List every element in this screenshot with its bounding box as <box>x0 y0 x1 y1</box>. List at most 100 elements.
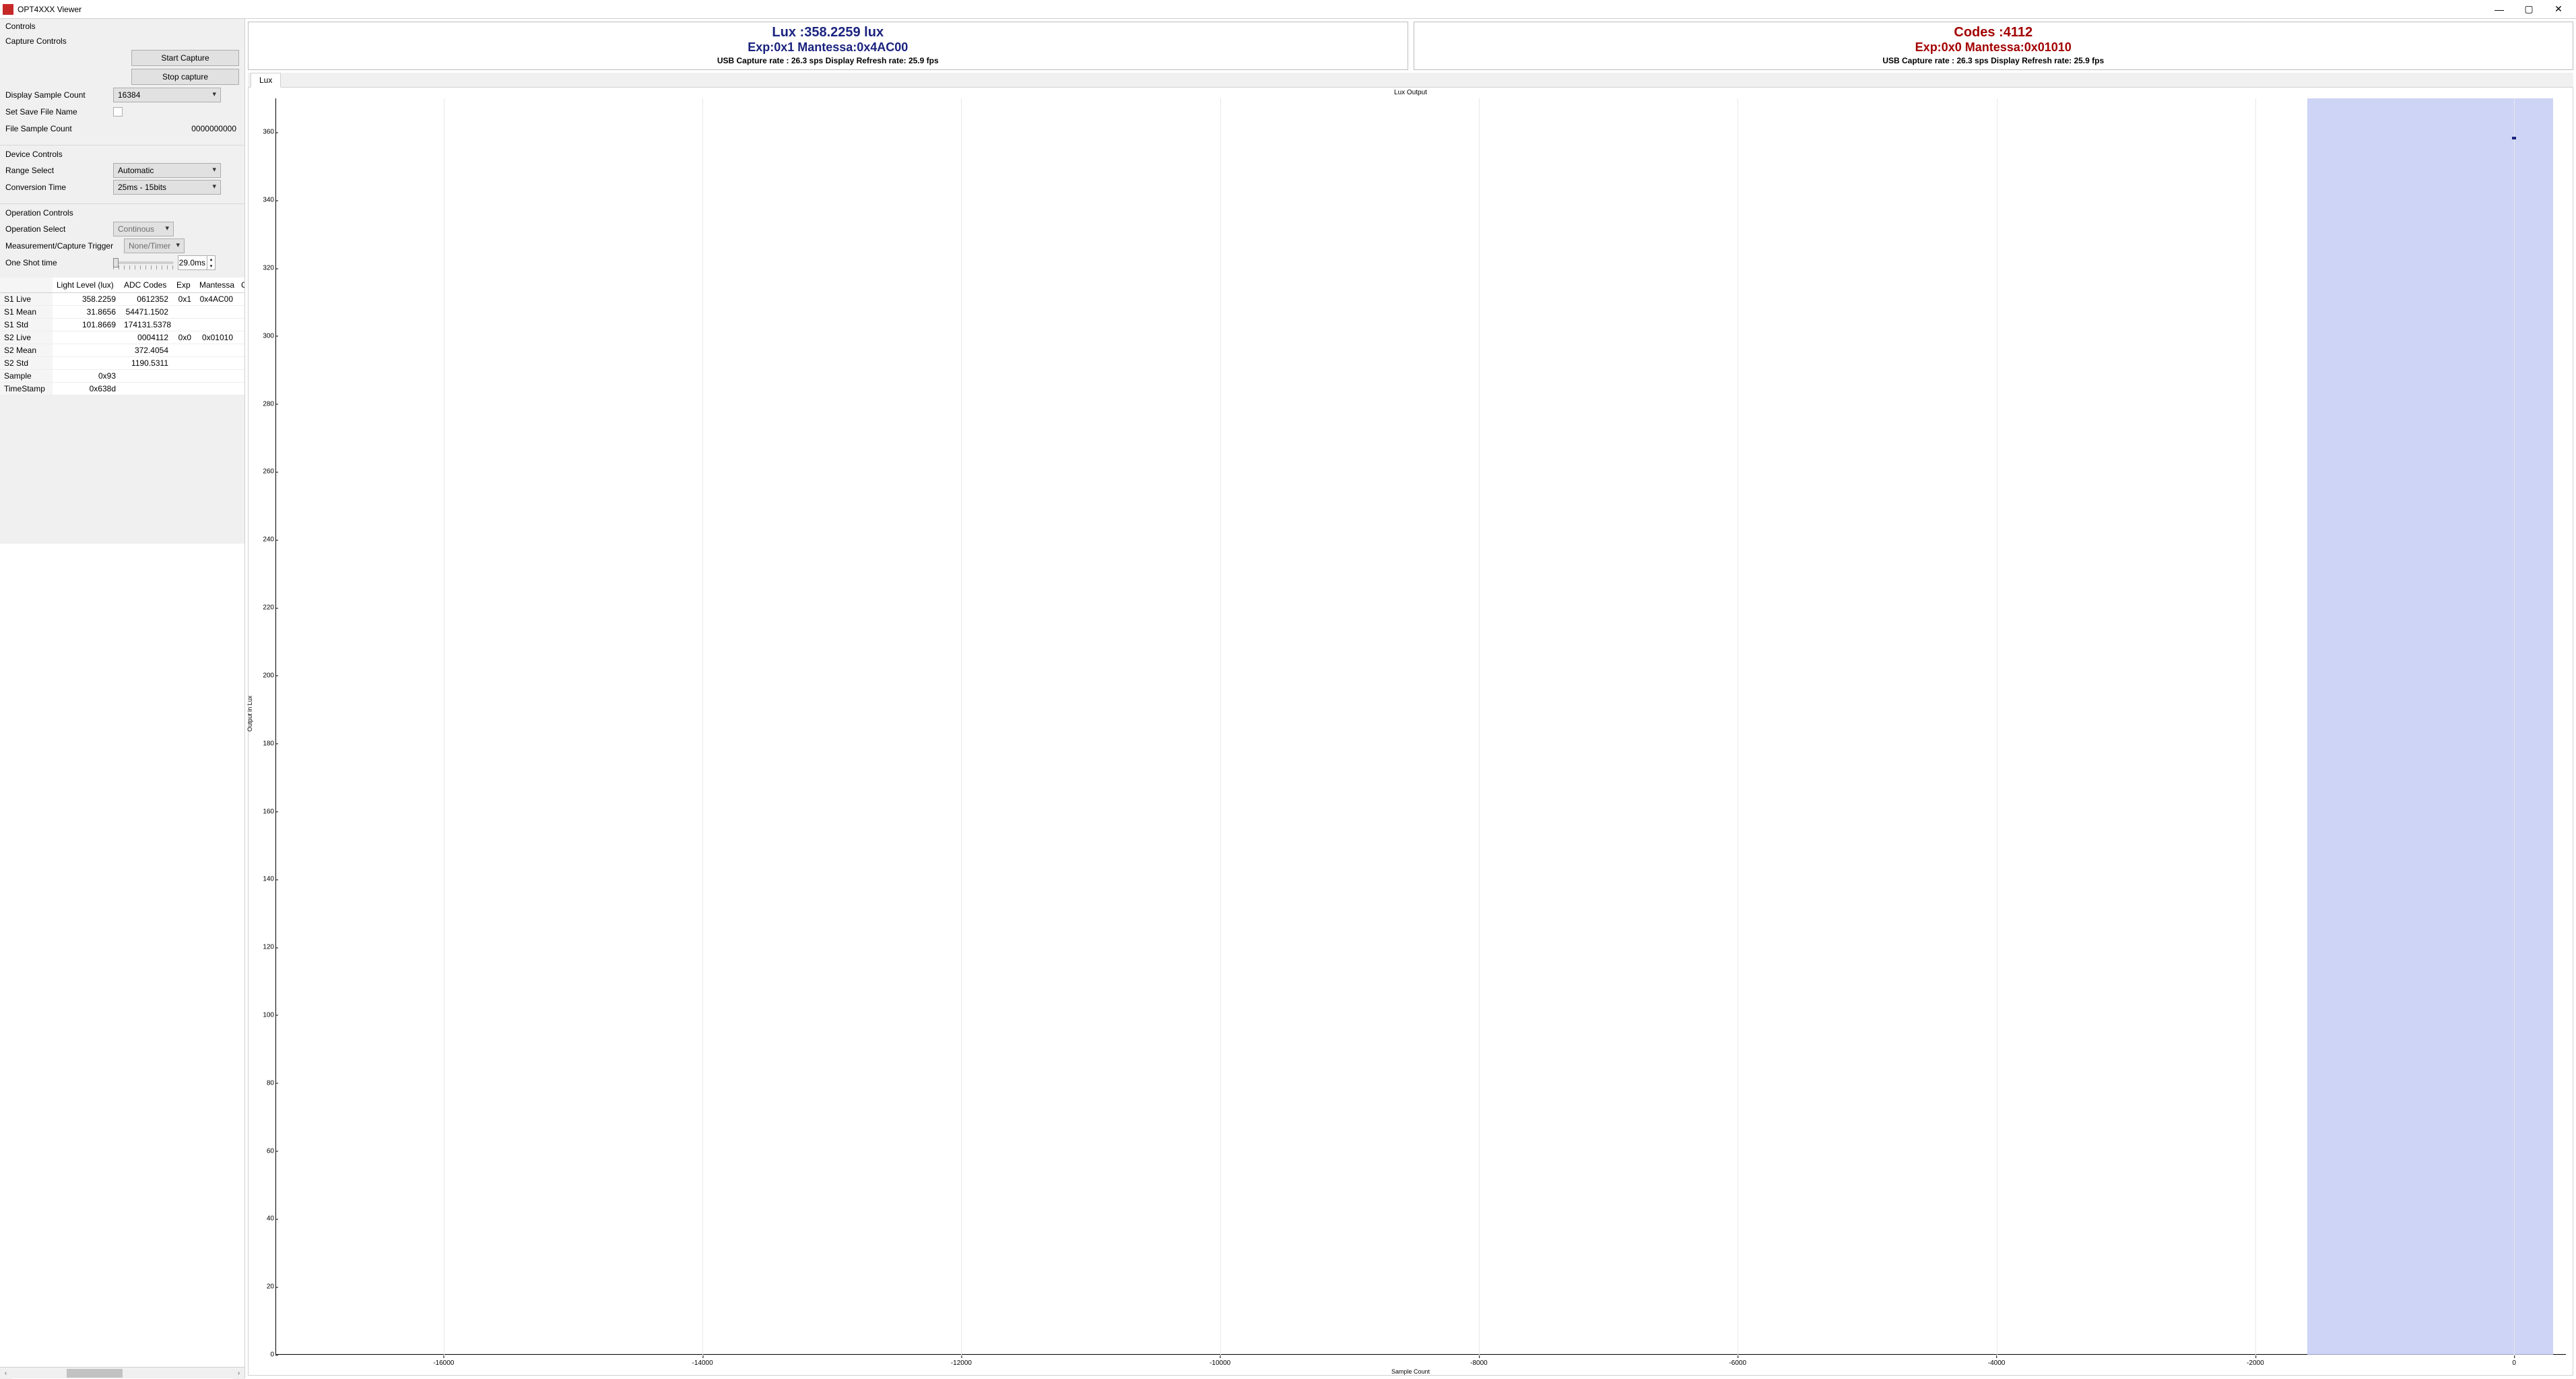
cell: 0612352 <box>120 293 172 306</box>
cell: 0x1 <box>172 293 195 306</box>
y-tick-label: 0 <box>255 1351 274 1359</box>
stats-header: Mantessa <box>195 278 237 293</box>
x-tick-label: -8000 <box>1470 1359 1488 1367</box>
cell: 101.8669 <box>53 319 120 331</box>
close-button[interactable]: ✕ <box>2544 0 2573 19</box>
cell: 0x638d <box>53 383 120 395</box>
row-name: S1 Live <box>0 293 53 306</box>
y-tick-label: 20 <box>255 1283 274 1291</box>
cell <box>172 306 195 319</box>
cell: 0004112 <box>120 331 172 344</box>
y-tick-label: 340 <box>255 197 274 204</box>
table-row: S1 Live358.225906123520x10x4AC00 <box>0 293 244 306</box>
set-save-file-label: Set Save File Name <box>5 107 113 117</box>
codes-rate: USB Capture rate : 26.3 sps Display Refr… <box>1416 56 2572 65</box>
range-select[interactable]: Automatic <box>113 163 221 178</box>
y-tick-label: 100 <box>255 1011 274 1019</box>
cell <box>172 383 195 395</box>
x-tick-label: -2000 <box>2247 1359 2264 1367</box>
one-shot-value-spinner[interactable]: 29.0ms ▴▾ <box>178 255 216 270</box>
cell <box>237 383 244 395</box>
tab-lux[interactable]: Lux <box>251 73 281 88</box>
lux-exp-mantessa: Exp:0x1 Mantessa:0x4AC00 <box>250 40 1406 55</box>
chart-title: Lux Output <box>249 89 2573 96</box>
y-tick-label: 40 <box>255 1215 274 1223</box>
table-row: TimeStamp0x638d <box>0 383 244 395</box>
cell <box>195 319 237 331</box>
y-tick-label: 360 <box>255 129 274 136</box>
minimize-button[interactable]: — <box>2484 0 2514 19</box>
conversion-time-select[interactable]: 25ms - 15bits <box>113 180 221 195</box>
cell: 0x0 <box>172 331 195 344</box>
cell: 358.2259 <box>53 293 120 306</box>
cell <box>195 383 237 395</box>
title-bar: OPT4XXX Viewer — ▢ ✕ <box>0 0 2576 19</box>
y-tick-label: 200 <box>255 672 274 679</box>
one-shot-label: One Shot time <box>5 258 113 267</box>
table-row: S1 Std101.8669174131.5378 <box>0 319 244 331</box>
y-tick-label: 120 <box>255 944 274 951</box>
row-name: TimeStamp <box>0 383 53 395</box>
stats-header: ADC Codes <box>120 278 172 293</box>
display-sample-count-label: Display Sample Count <box>5 90 113 100</box>
table-row: S2 Std1190.5311 <box>0 357 244 370</box>
trace-point <box>2512 137 2516 139</box>
range-select-label: Range Select <box>5 166 113 175</box>
cell: 1190.5311 <box>120 357 172 370</box>
x-tick-label: -4000 <box>1988 1359 2006 1367</box>
scroll-right-icon[interactable]: › <box>233 1368 244 1379</box>
stats-horizontal-scrollbar[interactable]: ‹ › <box>0 1367 244 1378</box>
y-tick-label: 260 <box>255 468 274 476</box>
cell <box>237 331 244 344</box>
capture-controls-title: Capture Controls <box>5 36 239 46</box>
scroll-thumb[interactable] <box>67 1369 122 1378</box>
display-sample-count-value: 16384 <box>118 90 140 100</box>
table-row: S1 Mean31.865654471.1502 <box>0 306 244 319</box>
one-shot-value: 29.0ms <box>179 258 205 267</box>
stats-header: Light Level (lux) <box>53 278 120 293</box>
row-name: S2 Live <box>0 331 53 344</box>
x-tick-label: -12000 <box>951 1359 972 1367</box>
cell: 31.8656 <box>53 306 120 319</box>
start-capture-button[interactable]: Start Capture <box>131 50 239 66</box>
cell <box>195 344 237 357</box>
operation-select[interactable]: Continous <box>113 222 174 236</box>
cell: 372.4054 <box>120 344 172 357</box>
x-tick-label: -10000 <box>1210 1359 1230 1367</box>
conversion-time-value: 25ms - 15bits <box>118 183 166 192</box>
cell <box>237 306 244 319</box>
lux-chart[interactable]: Lux Output Output in Lux Sample Count -1… <box>248 88 2573 1376</box>
trigger-value: None/Timer <box>129 241 170 251</box>
capture-controls-group: Capture Controls Start Capture Stop capt… <box>0 34 244 143</box>
maximize-button[interactable]: ▢ <box>2514 0 2544 19</box>
cell <box>53 331 120 344</box>
set-save-file-checkbox[interactable] <box>113 107 123 117</box>
one-shot-slider[interactable] <box>113 261 174 264</box>
x-tick-label: -6000 <box>1729 1359 1746 1367</box>
cell <box>53 344 120 357</box>
cell: 54471.1502 <box>120 306 172 319</box>
one-shot-down-icon[interactable]: ▾ <box>207 263 215 269</box>
x-tick-label: -14000 <box>692 1359 713 1367</box>
one-shot-up-icon[interactable]: ▴ <box>207 256 215 263</box>
stop-capture-button[interactable]: Stop capture <box>131 69 239 85</box>
display-sample-count-select[interactable]: 16384 <box>113 88 221 102</box>
table-row: S2 Live00041120x00x01010 <box>0 331 244 344</box>
cell <box>237 344 244 357</box>
y-tick-label: 280 <box>255 400 274 408</box>
range-select-value: Automatic <box>118 166 154 175</box>
table-row: Sample0x93 <box>0 370 244 383</box>
scroll-left-icon[interactable]: ‹ <box>0 1368 11 1379</box>
device-controls-group: Device Controls Range Select Automatic C… <box>0 147 244 202</box>
row-name: Sample <box>0 370 53 383</box>
cell: 0x93 <box>53 370 120 383</box>
cell <box>120 370 172 383</box>
table-row: S2 Mean 372.4054 <box>0 344 244 357</box>
trigger-label: Measurement/Capture Trigger <box>5 241 124 251</box>
row-name: S2 Mean <box>0 344 53 357</box>
trigger-select[interactable]: None/Timer <box>124 238 185 253</box>
y-tick-label: 80 <box>255 1079 274 1087</box>
operation-controls-title: Operation Controls <box>5 208 239 218</box>
grid-vertical <box>1479 98 1480 1355</box>
file-sample-count-value: 0000000000 <box>113 124 239 133</box>
